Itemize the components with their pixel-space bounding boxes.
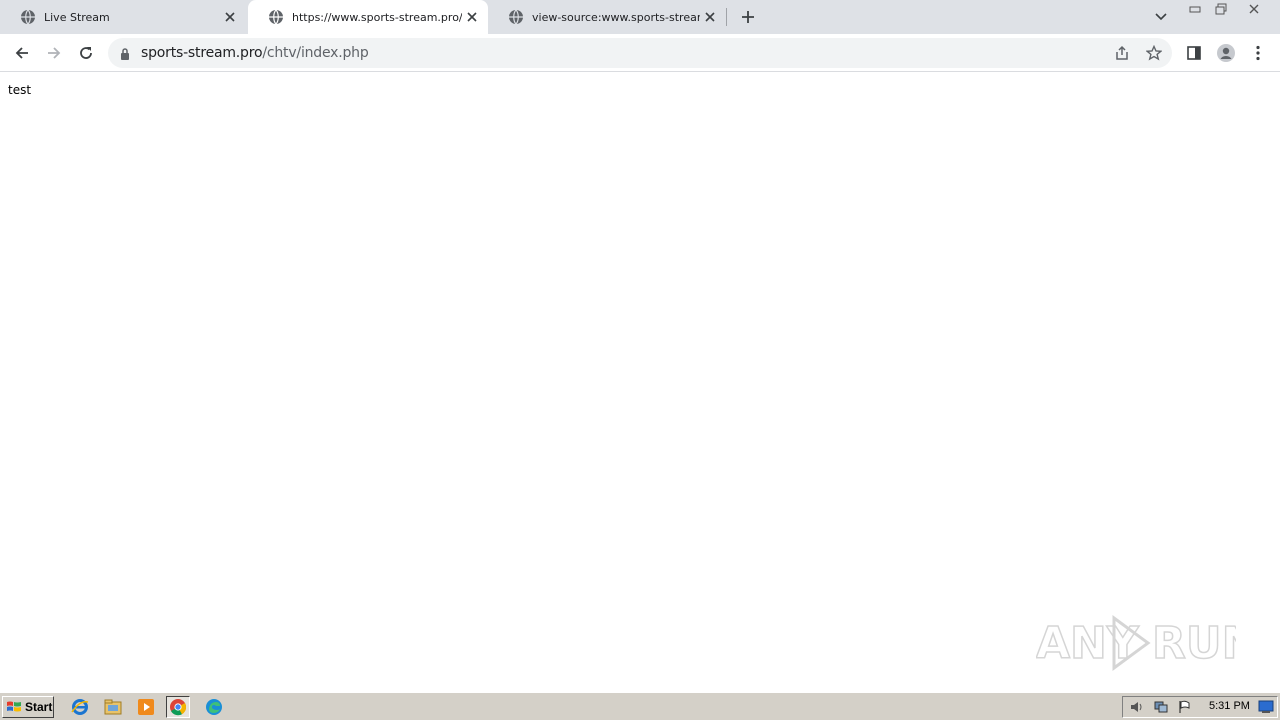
- edge-icon[interactable]: [202, 696, 226, 718]
- tab-sports-stream[interactable]: https://www.sports-stream.pro/chtv: [248, 0, 488, 34]
- system-tray: 5:31 PM: [1122, 696, 1278, 718]
- arrow-right-icon: [48, 47, 61, 59]
- media-player-icon[interactable]: [134, 696, 158, 718]
- tab-strip: Live Stream https://www.sports-stream.pr…: [0, 0, 1280, 34]
- start-button[interactable]: Start: [2, 696, 54, 718]
- tab-title: view-source:www.sports-stream.pro: [532, 10, 700, 24]
- restore-icon: [1215, 3, 1227, 14]
- globe-icon: [20, 9, 36, 25]
- menu-button[interactable]: [1244, 39, 1272, 67]
- url-text: sports-stream.pro/chtv/index.php: [141, 45, 369, 61]
- minimize-button[interactable]: [1182, 0, 1208, 17]
- internet-explorer-icon[interactable]: [68, 696, 92, 718]
- close-icon: [1249, 4, 1259, 13]
- reload-icon: [80, 47, 92, 59]
- close-window-button[interactable]: [1234, 0, 1274, 17]
- plus-icon: [742, 11, 754, 23]
- back-button[interactable]: [8, 39, 36, 67]
- url-host: sports-stream.pro: [141, 45, 263, 61]
- start-label: Start: [25, 700, 53, 714]
- show-desktop-icon[interactable]: [1257, 699, 1275, 715]
- close-icon[interactable]: [220, 7, 240, 27]
- tab-view-source[interactable]: view-source:www.sports-stream.pro: [488, 0, 726, 34]
- chrome-icon[interactable]: [166, 696, 190, 718]
- star-icon[interactable]: [1143, 42, 1165, 64]
- windows-logo-icon: [7, 701, 21, 712]
- minimize-icon: [1189, 6, 1201, 12]
- reload-button[interactable]: [72, 39, 100, 67]
- forward-button[interactable]: [40, 39, 68, 67]
- anyrun-watermark: ANY RUN: [1035, 610, 1259, 674]
- arrow-left-icon: [15, 47, 28, 59]
- chevron-down-icon: [1155, 13, 1167, 21]
- profile-button[interactable]: [1212, 39, 1240, 67]
- globe-icon: [268, 9, 284, 25]
- url-path: /chtv/index.php: [262, 45, 369, 61]
- new-tab-button[interactable]: [736, 5, 760, 29]
- svg-text:RUN: RUN: [1152, 618, 1236, 669]
- close-icon[interactable]: [700, 7, 720, 27]
- tab-search-button[interactable]: [1150, 6, 1172, 28]
- tab-title: https://www.sports-stream.pro/chtv: [292, 10, 462, 24]
- address-bar[interactable]: sports-stream.pro/chtv/index.php: [108, 38, 1172, 68]
- tab-separator: [726, 8, 727, 26]
- file-explorer-icon[interactable]: [101, 696, 125, 718]
- browser-toolbar: sports-stream.pro/chtv/index.php: [0, 34, 1280, 72]
- share-icon[interactable]: [1111, 42, 1133, 64]
- taskbar-clock[interactable]: 5:31 PM: [1209, 700, 1250, 712]
- tab-live-stream[interactable]: Live Stream: [0, 0, 246, 34]
- network-icon[interactable]: [1151, 698, 1171, 716]
- action-center-flag-icon[interactable]: [1175, 698, 1195, 716]
- close-icon[interactable]: [462, 7, 482, 27]
- restore-button[interactable]: [1208, 0, 1234, 17]
- kebab-menu-icon: [1256, 45, 1260, 61]
- taskbar: Start 5:31 PM: [0, 692, 1280, 720]
- window-controls: [1182, 0, 1274, 18]
- side-panel-button[interactable]: [1180, 39, 1208, 67]
- side-panel-icon: [1187, 46, 1201, 60]
- page-body-text: test: [8, 83, 32, 97]
- globe-icon: [508, 9, 524, 25]
- lock-icon[interactable]: [120, 46, 132, 60]
- tab-title: Live Stream: [44, 10, 110, 24]
- volume-icon[interactable]: [1127, 698, 1147, 716]
- page-content: test ANY RUN: [0, 72, 1280, 692]
- avatar-icon: [1217, 44, 1235, 62]
